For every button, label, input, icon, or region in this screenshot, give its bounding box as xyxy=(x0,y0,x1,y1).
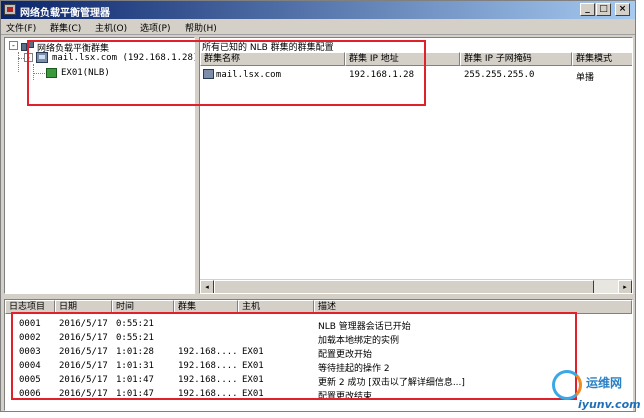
scroll-thumb[interactable] xyxy=(214,280,594,293)
window-title: 网络负载平衡管理器 xyxy=(20,8,110,19)
menu-help[interactable]: 帮助(H) xyxy=(185,21,217,34)
menu-file[interactable]: 文件(F) xyxy=(6,21,36,34)
watermark-site: iyunv.com xyxy=(578,398,641,411)
title-bar[interactable]: 网络负载平衡管理器 _ □ × xyxy=(1,1,635,19)
annotation-box-cluster xyxy=(27,40,426,106)
cluster-row-mask[interactable]: 255.255.255.0 xyxy=(464,70,534,80)
close-button[interactable]: × xyxy=(615,3,630,16)
menu-options[interactable]: 选项(P) xyxy=(140,21,170,34)
column-subnet-mask[interactable]: 群集 IP 子网掩码 xyxy=(460,52,572,66)
watermark-brand: 运维网 xyxy=(586,376,623,390)
nlb-app-icon xyxy=(4,4,16,15)
cluster-row-mode[interactable]: 单播 xyxy=(576,70,594,83)
maximize-button[interactable]: □ xyxy=(596,3,611,16)
annotation-box-log xyxy=(11,312,577,400)
horizontal-scrollbar[interactable]: ◂ ▸ xyxy=(200,279,632,293)
scroll-right-button[interactable]: ▸ xyxy=(618,280,632,293)
menu-host[interactable]: 主机(O) xyxy=(95,21,127,34)
scroll-left-button[interactable]: ◂ xyxy=(200,280,214,293)
menu-cluster[interactable]: 群集(C) xyxy=(50,21,81,34)
watermark-logo-icon xyxy=(552,370,582,400)
tree-connector xyxy=(18,52,19,72)
site-watermark: 运维网 iyunv.com xyxy=(548,368,642,416)
menu-bar: 文件(F) 群集(C) 主机(O) 选项(P) 帮助(H) xyxy=(1,19,635,35)
root-expander[interactable]: - xyxy=(9,41,18,50)
column-cluster-mode[interactable]: 群集模式 xyxy=(572,52,632,66)
minimize-button[interactable]: _ xyxy=(580,3,595,16)
